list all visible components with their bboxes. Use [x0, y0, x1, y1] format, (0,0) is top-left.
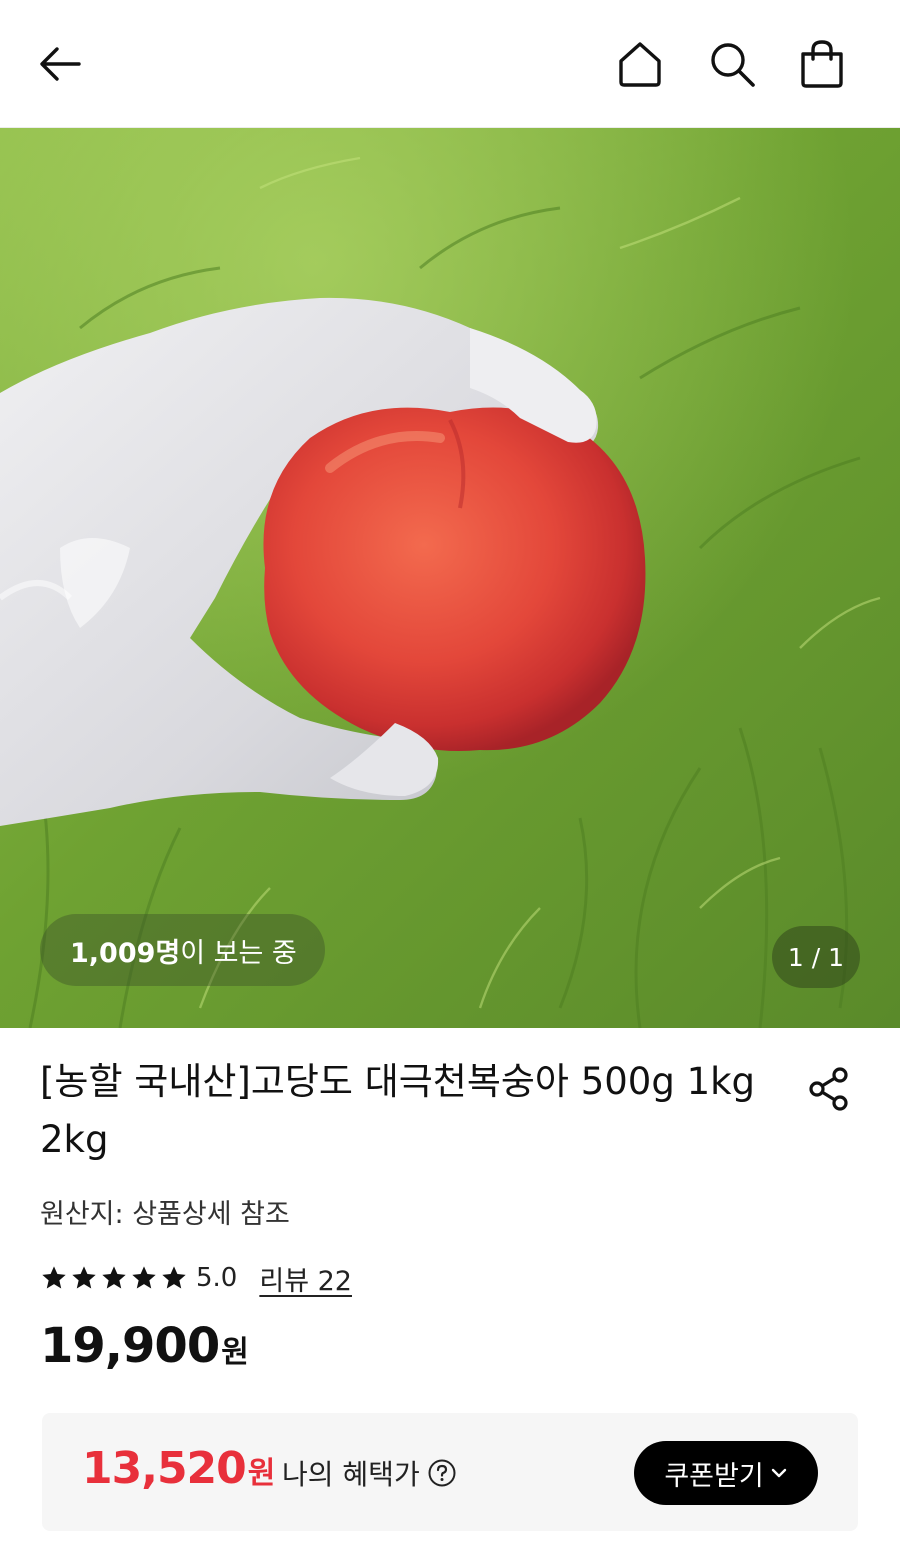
help-button[interactable] — [428, 1459, 456, 1487]
live-viewers-badge: 1,009명 이 보는 중 — [40, 914, 325, 986]
benefit-price-unit: 원 — [247, 1456, 276, 1491]
question-circle-icon — [428, 1459, 456, 1487]
benefit-price-amount: 13,520 — [82, 1443, 247, 1494]
home-icon — [619, 42, 661, 87]
benefit-label-group: 나의 혜택가 — [282, 1453, 456, 1493]
image-page-indicator: 1 / 1 — [772, 926, 860, 988]
rating-value: 5.0 — [196, 1263, 238, 1293]
price-unit: 원 — [221, 1335, 249, 1370]
star-icon — [42, 1266, 66, 1289]
price-amount: 19,900 — [40, 1318, 220, 1374]
get-coupon-button[interactable]: 쿠폰받기 — [634, 1441, 818, 1505]
product-photo — [0, 128, 900, 1028]
coupon-button-label: 쿠폰받기 — [664, 1460, 764, 1492]
search-icon — [711, 43, 755, 87]
share-icon — [809, 1067, 848, 1111]
rating-row: 5.0 리뷰 22 — [40, 1258, 352, 1298]
star-rating — [40, 1264, 190, 1292]
product-title: [농할 국내산]고당도 대극천복숭아 500g 1kg 2kg — [40, 1060, 756, 1161]
top-nav-bar — [0, 0, 900, 128]
star-icon — [102, 1266, 126, 1289]
benefit-price-box: 13,520 원 나의 혜택가 쿠폰받기 — [42, 1413, 858, 1531]
review-count-link[interactable]: 리뷰 22 — [259, 1259, 352, 1298]
star-icon — [72, 1266, 96, 1289]
benefit-price: 13,520 원 — [82, 1443, 275, 1494]
viewers-suffix: 이 보는 중 — [180, 937, 297, 969]
shopping-bag-icon — [801, 40, 843, 88]
star-icon — [132, 1266, 156, 1289]
search-button[interactable] — [702, 34, 762, 94]
product-image-gallery[interactable]: 1,009명 이 보는 중 1 / 1 — [0, 128, 900, 1028]
arrow-left-icon — [40, 47, 81, 81]
chevron-down-icon — [771, 1468, 786, 1478]
product-detail-page: 1,009명 이 보는 중 1 / 1 [농할 국내산]고당도 대극천복숭아 5… — [0, 0, 900, 1544]
home-button[interactable] — [610, 34, 670, 94]
benefit-label: 나의 혜택가 — [282, 1458, 420, 1491]
original-price: 19,900 원 — [40, 1318, 249, 1374]
product-origin: 원산지: 상품상세 참조 — [40, 1199, 290, 1230]
cart-button[interactable] — [792, 34, 852, 94]
share-button[interactable] — [798, 1058, 860, 1120]
viewers-count: 1,009명 — [70, 937, 181, 969]
star-icon — [162, 1266, 186, 1289]
back-button[interactable] — [30, 34, 90, 94]
